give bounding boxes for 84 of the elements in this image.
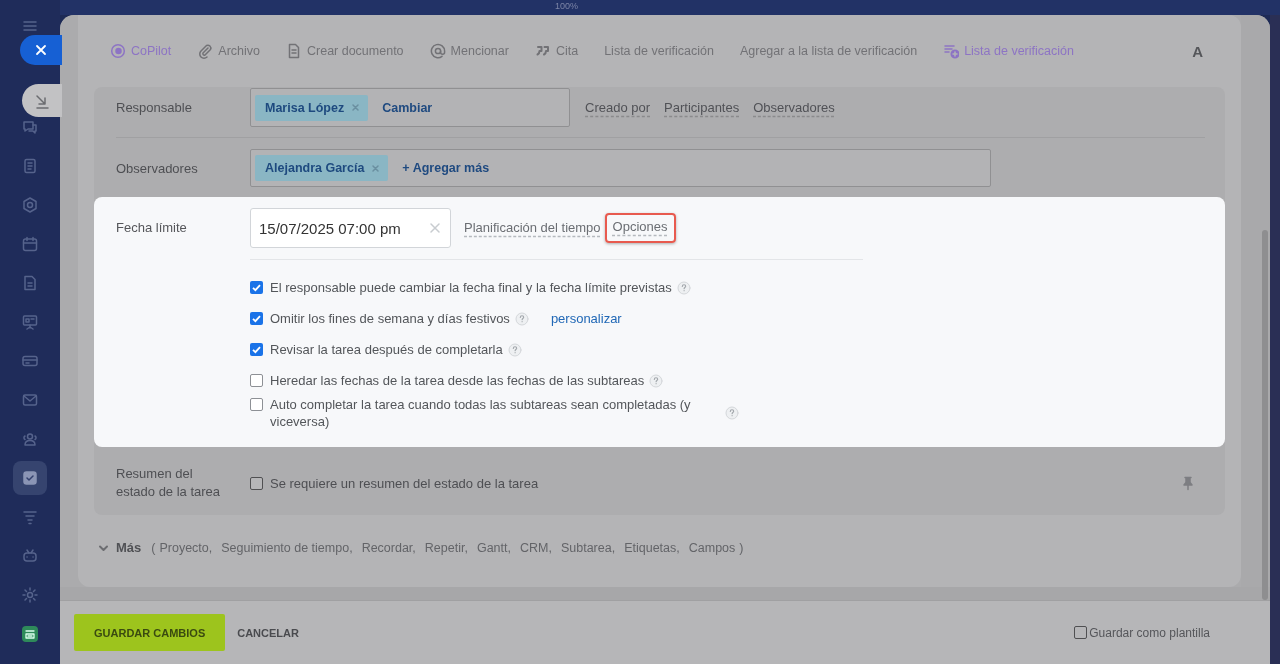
toolbar-button[interactable]: CoPilot bbox=[110, 43, 172, 59]
checkbox[interactable] bbox=[250, 281, 263, 294]
scrollbar-thumb[interactable] bbox=[1262, 230, 1268, 600]
option-label: Auto completar la tarea cuando todas las subtareas sean completadas (y viceversa) bbox=[270, 396, 692, 430]
help-icon bbox=[514, 311, 529, 326]
checkbox[interactable] bbox=[250, 312, 263, 325]
copilot-icon bbox=[110, 43, 126, 59]
field-label: Resumen del estado de la tarea bbox=[116, 465, 222, 501]
at-sign-icon bbox=[429, 43, 446, 59]
close-icon bbox=[351, 103, 361, 112]
option-label: Se requiere un resumen del estado de la tarea bbox=[270, 475, 539, 491]
close-icon bbox=[371, 163, 381, 173]
document-icon[interactable] bbox=[21, 156, 39, 175]
toolbar-button[interactable]: Lista de verificación bbox=[604, 44, 714, 58]
checkbox[interactable] bbox=[250, 343, 263, 356]
field-label: Fecha límite bbox=[116, 220, 188, 235]
parenthesis: ( bbox=[151, 540, 156, 555]
option-label: El responsable puede cambiar la fecha final y la fecha límite previstas bbox=[270, 279, 672, 296]
customize-link[interactable]: personalizar bbox=[550, 311, 622, 326]
app-icon[interactable] bbox=[21, 624, 39, 643]
parenthesis: ) bbox=[739, 540, 744, 555]
section-link[interactable]: Seguimiento de tiempo, bbox=[221, 540, 353, 555]
section-link[interactable]: Repetir, bbox=[424, 540, 468, 555]
zoom-level: 100% bbox=[555, 0, 579, 13]
close-icon bbox=[34, 43, 48, 57]
presentation-icon[interactable] bbox=[21, 312, 39, 331]
quote-icon bbox=[534, 43, 551, 59]
option-link[interactable]: Opciones bbox=[604, 213, 676, 243]
close-button[interactable] bbox=[20, 35, 62, 65]
checkbox[interactable] bbox=[250, 476, 263, 490]
checkbox-icon[interactable] bbox=[13, 460, 47, 495]
hexagon-icon[interactable] bbox=[21, 195, 39, 214]
section-link[interactable]: Subtarea, bbox=[560, 540, 616, 555]
date-field[interactable]: 15/07/2025 07:00 pm bbox=[250, 208, 451, 248]
section-link[interactable]: Gantt, bbox=[476, 540, 511, 555]
more-toggle[interactable]: Más bbox=[98, 540, 142, 555]
section-link[interactable]: CRM, bbox=[519, 540, 552, 555]
document-icon bbox=[286, 43, 302, 59]
paperclip-icon bbox=[197, 43, 214, 59]
option-label: Revisar la tarea después de completarla bbox=[270, 341, 503, 358]
field-label: Responsable bbox=[116, 100, 193, 115]
pin-icon[interactable] bbox=[1181, 475, 1195, 491]
settings-icon[interactable] bbox=[21, 585, 39, 604]
section-link[interactable]: Etiquetas, bbox=[624, 540, 680, 555]
save-button[interactable]: GUARDAR CAMBIOS bbox=[74, 614, 226, 651]
toolbar-button[interactable]: Archivo bbox=[197, 43, 260, 59]
file-icon[interactable] bbox=[21, 273, 39, 292]
help-icon bbox=[676, 280, 691, 295]
field-label: Observadores bbox=[116, 160, 199, 176]
toolbar-button[interactable]: Mencionar bbox=[429, 43, 509, 59]
help-icon bbox=[507, 342, 522, 357]
clear-icon bbox=[429, 222, 441, 234]
role-link[interactable]: Observadores bbox=[753, 97, 835, 118]
toolbar-button[interactable]: Cita bbox=[534, 43, 579, 59]
help-icon bbox=[649, 373, 664, 388]
toolbar-button[interactable]: Agregar a la lista de verificación bbox=[739, 44, 918, 58]
format-button[interactable]: A bbox=[1192, 42, 1203, 60]
option-label: Heredar las fechas de la tarea desde las fechas de las subtareas bbox=[270, 372, 645, 389]
user-tag[interactable]: Alejandra García bbox=[255, 155, 389, 181]
action-link[interactable]: + Agregar más bbox=[402, 161, 490, 175]
checklist-icon bbox=[943, 43, 960, 59]
robot-icon[interactable] bbox=[21, 546, 39, 565]
action-link[interactable]: Cambiar bbox=[382, 100, 433, 115]
help-icon bbox=[725, 406, 739, 420]
checkbox[interactable] bbox=[250, 398, 263, 411]
toolbar-button[interactable]: Lista de verificación bbox=[943, 43, 1074, 59]
checkbox-label: Guardar como plantilla bbox=[1089, 625, 1210, 640]
section-link[interactable]: Proyecto, bbox=[159, 540, 213, 555]
user-field[interactable]: Alejandra García + Agregar más bbox=[250, 149, 991, 187]
cancel-button[interactable]: CANCELAR bbox=[237, 626, 299, 639]
user-tag[interactable]: Marisa López bbox=[255, 94, 369, 121]
user-field[interactable]: Marisa López Cambiar bbox=[250, 88, 570, 127]
minimize-button[interactable] bbox=[22, 84, 62, 117]
toolbar-button[interactable]: Crear documento bbox=[286, 43, 404, 59]
checkbox[interactable] bbox=[1074, 626, 1088, 639]
checkbox[interactable] bbox=[250, 374, 263, 387]
arrow-down-icon bbox=[34, 92, 50, 109]
option-label: Omitir los fines de semana y días festivos bbox=[270, 310, 510, 327]
option-link[interactable]: Planificación del tiempo bbox=[464, 218, 601, 238]
role-link[interactable]: Creado por bbox=[585, 97, 651, 118]
section-link[interactable]: Recordar, bbox=[361, 540, 416, 555]
role-link[interactable]: Participantes bbox=[664, 97, 740, 118]
section-link[interactable]: Campos bbox=[688, 540, 736, 555]
calendar-icon[interactable] bbox=[21, 234, 39, 253]
